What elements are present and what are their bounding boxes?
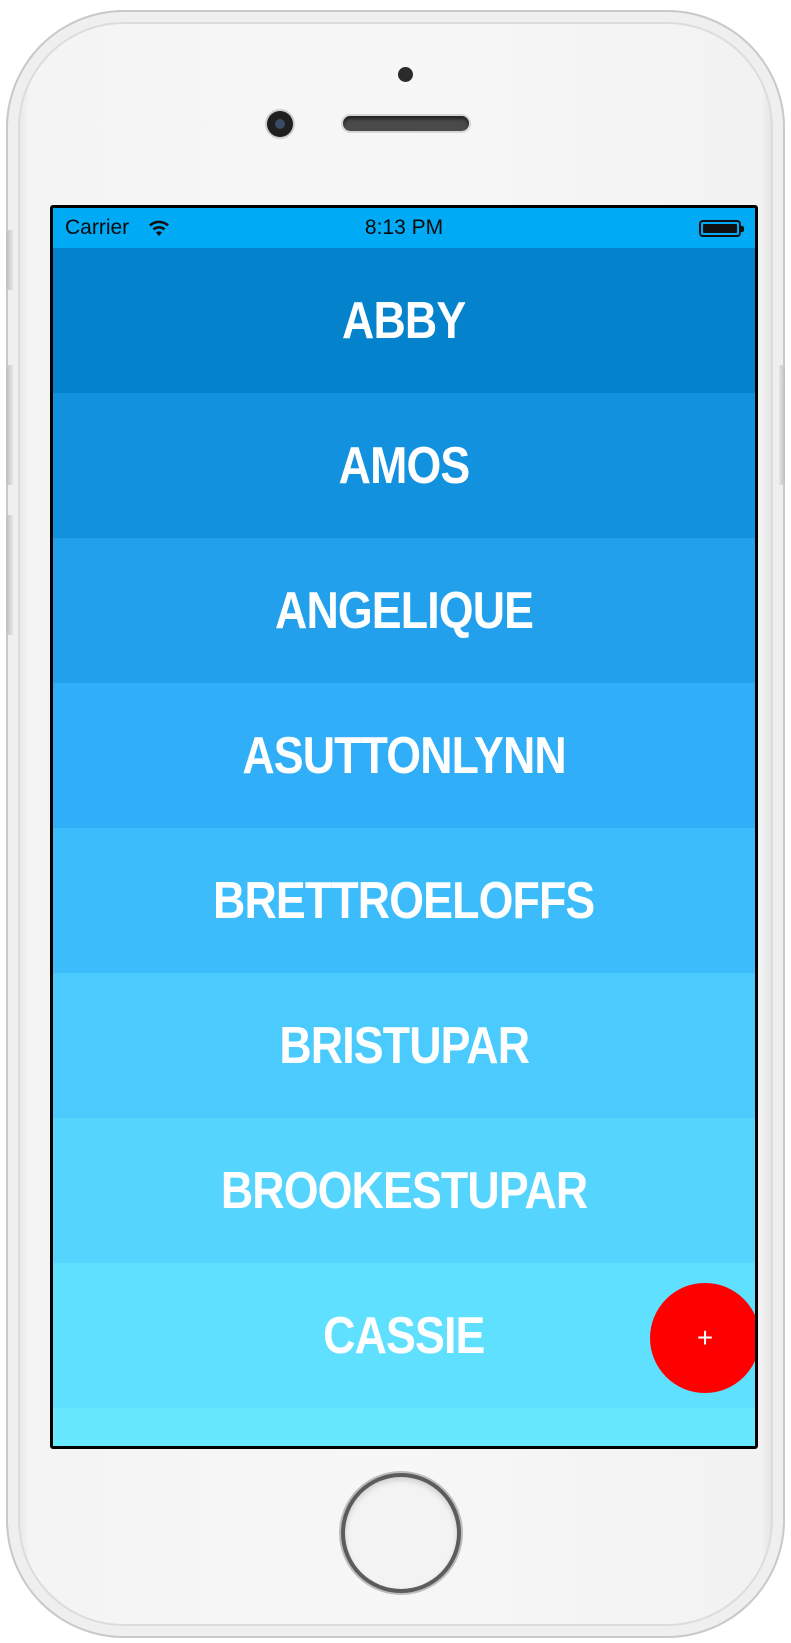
list-item-label: CASSIE	[323, 1306, 485, 1365]
list-item[interactable]: ABBY	[53, 248, 755, 393]
list-item-label: BRETTROELOFFS	[213, 871, 595, 930]
list-item-label: ANGELIQUE	[274, 581, 534, 640]
list-item[interactable]: BRETTROELOFFS	[53, 828, 755, 973]
list-item[interactable]: ANGELIQUE	[53, 538, 755, 683]
list-item-label: ASUTTONLYNN	[242, 726, 566, 785]
power-button	[779, 365, 785, 485]
list-item-label: BRISTUPAR	[279, 1016, 530, 1075]
clock: 8:13 PM	[364, 216, 444, 239]
home-button[interactable]	[345, 1477, 457, 1589]
plus-icon: +	[696, 1322, 714, 1353]
device-screen: Carrier 8:13 PM ABBY AMOS ANGELIQUE ASUTTON…	[50, 205, 758, 1449]
list-item[interactable]: AMOS	[53, 393, 755, 538]
list-item[interactable]: BRISTUPAR	[53, 973, 755, 1118]
battery-icon	[699, 220, 744, 237]
list-item-label: ABBY	[342, 291, 466, 350]
list-item-label: AMOS	[338, 436, 471, 495]
status-bar: Carrier 8:13 PM	[53, 208, 755, 248]
names-list: ABBY AMOS ANGELIQUE ASUTTONLYNN BRETTROELOFF…	[53, 248, 755, 1446]
add-button[interactable]: +	[650, 1283, 755, 1393]
list-item[interactable]: ASUTTONLYNN	[53, 683, 755, 828]
list-item[interactable]: BROOKESTUPAR	[53, 1118, 755, 1263]
earpiece-speaker	[343, 116, 469, 131]
list-item-label: BROOKESTUPAR	[220, 1161, 588, 1220]
volume-down-button	[6, 515, 13, 635]
mute-switch	[6, 230, 13, 290]
front-camera-icon	[267, 111, 293, 137]
volume-up-button	[6, 365, 13, 485]
list-item[interactable]	[53, 1408, 755, 1446]
proximity-sensor	[398, 67, 413, 82]
